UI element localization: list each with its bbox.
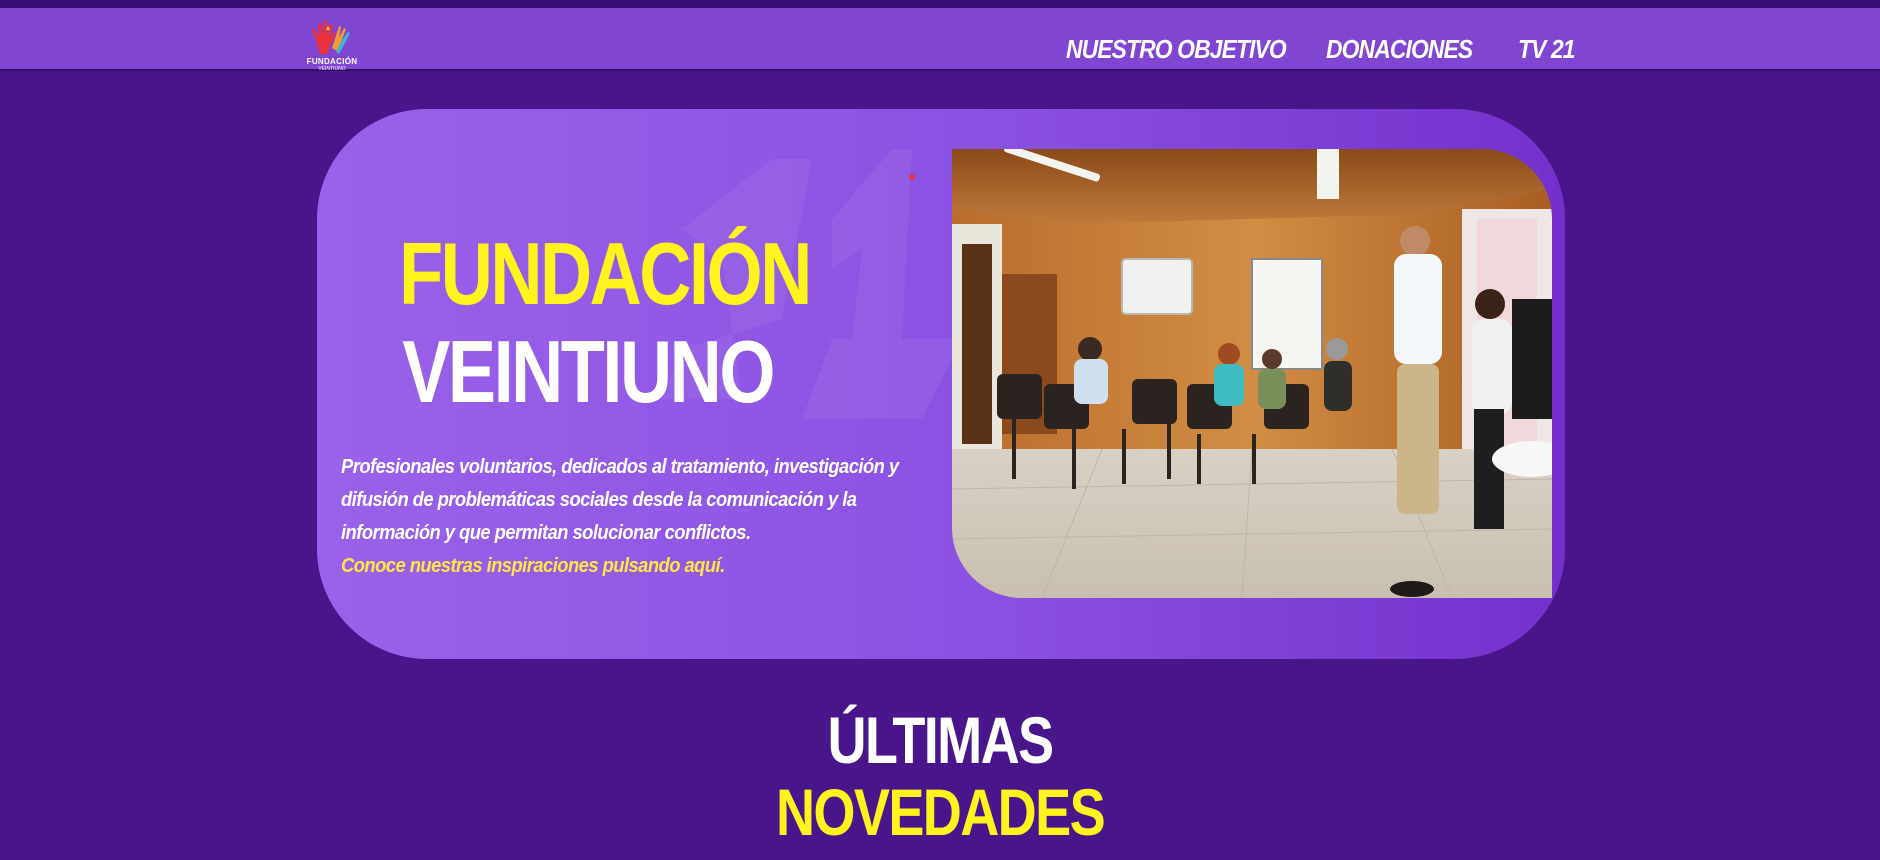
hero-description: Profesionales voluntarios, dedicados al …: [341, 456, 899, 544]
nav-item-nuestro-objetivo[interactable]: NUESTRO OBJETIVO: [1066, 34, 1287, 64]
hero-description-block: Profesionales voluntarios, dedicados al …: [341, 451, 911, 583]
hero-photo: [952, 149, 1552, 598]
hero-title-line2: VEINTIUNO: [402, 322, 775, 421]
top-strip: [0, 0, 1880, 8]
nav-item-tv21[interactable]: TV 21: [1518, 34, 1576, 64]
brand-logo[interactable]: FUNDACIÓN VEINTIUNO: [306, 18, 358, 74]
hand-logo-icon: [312, 21, 350, 54]
inspiraciones-link[interactable]: Conoce nuestras inspiraciones pulsando a…: [341, 550, 911, 583]
logo-name: FUNDACIÓN: [306, 57, 358, 66]
group-meeting-photo-icon: [952, 149, 1552, 598]
section-title-line2: NOVEDADES: [775, 775, 1106, 849]
navbar: FUNDACIÓN VEINTIUNO NUESTRO OBJETIVO DON…: [0, 8, 1880, 74]
section-title-line1: ÚLTIMAS: [827, 703, 1054, 777]
nav-item-donaciones[interactable]: DONACIONES: [1326, 34, 1473, 64]
hero-card: FUNDACIÓN VEINTIUNO Profesionales volunt…: [317, 109, 1565, 659]
hero-title-line1: FUNDACIÓN: [399, 224, 812, 323]
logo-subtitle: VEINTIUNO: [318, 66, 346, 72]
